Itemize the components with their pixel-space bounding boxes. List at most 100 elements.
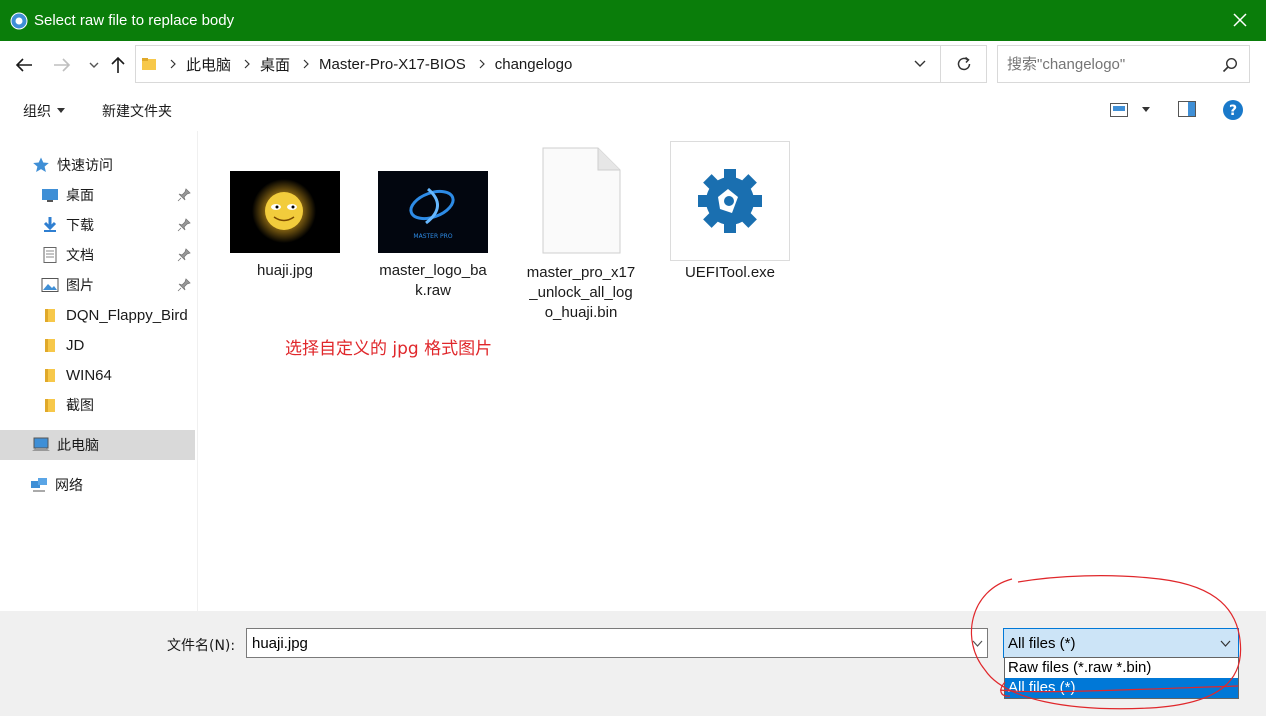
forward-arrow-icon[interactable] <box>50 53 74 77</box>
sidebar-item-documents[interactable]: 文档 <box>0 240 195 270</box>
sidebar-item-label: 桌面 <box>66 188 94 204</box>
new-folder-label: 新建文件夹 <box>102 104 172 120</box>
sidebar-item-desktop[interactable]: 桌面 <box>0 180 195 210</box>
view-icon <box>1110 103 1128 117</box>
window-title: Select raw file to replace body <box>34 12 235 29</box>
file-item-uefitool-exe[interactable]: UEFITool.exe <box>665 141 795 283</box>
file-name: master_logo_ba <box>379 262 487 279</box>
file-name: k.raw <box>415 282 451 299</box>
sidebar-item-downloads[interactable]: 下载 <box>0 210 195 240</box>
breadcrumb-changelogo[interactable]: changelogo <box>495 56 573 73</box>
close-icon[interactable] <box>1228 8 1252 32</box>
file-item-master-logo-bak-raw[interactable]: MASTER PRO master_logo_ba k.raw <box>368 171 498 301</box>
sidebar-item-label: 文档 <box>66 248 94 264</box>
sidebar-item-label: 图片 <box>66 278 94 294</box>
sidebar-item-dqn-flappy-bird[interactable]: DQN_Flappy_Bird <box>0 300 195 330</box>
sidebar-item-label: DQN_Flappy_Bird <box>66 306 188 324</box>
file-type-dropdown: Raw files (*.raw *.bin) All files (*) <box>1004 657 1239 699</box>
sidebar-item-quick-access[interactable]: 快速访问 <box>0 150 195 180</box>
file-name: _unlock_all_log <box>529 284 633 301</box>
image-thumbnail <box>230 171 340 253</box>
file-list: huaji.jpg MASTER PRO master_logo_ba k.ra… <box>198 131 1266 611</box>
folder-icon <box>45 399 55 412</box>
image-thumbnail: MASTER PRO <box>378 171 488 253</box>
blank-file-icon <box>542 147 621 254</box>
breadcrumb-this-pc[interactable]: 此电脑 <box>186 54 231 75</box>
sidebar-item-jd[interactable]: JD <box>0 330 195 360</box>
filename-input[interactable] <box>247 629 957 657</box>
title-bar: Select raw file to replace body <box>0 0 1266 41</box>
sidebar-item-label: 网络 <box>55 478 83 494</box>
sidebar-item-label: 此电脑 <box>57 438 99 454</box>
sidebar-item-label: 截图 <box>66 398 94 414</box>
filename-combobox[interactable] <box>246 628 988 658</box>
address-row: 此电脑 桌面 Master-Pro-X17-BIOS changelogo <box>0 41 1266 89</box>
chevron-down-icon <box>1142 107 1150 112</box>
network-icon <box>31 478 47 492</box>
file-item-master-pro-bin[interactable]: master_pro_x17 _unlock_all_log o_huaji.b… <box>516 147 646 323</box>
chevron-right-icon[interactable] <box>169 59 177 69</box>
sidebar-item-pictures[interactable]: 图片 <box>0 270 195 300</box>
file-type-select[interactable]: All files (*) <box>1003 628 1239 658</box>
app-icon <box>10 12 28 29</box>
star-icon <box>33 157 49 172</box>
file-type-selected: All files (*) <box>1008 634 1076 652</box>
desktop-icon <box>42 189 58 202</box>
search-box[interactable] <box>997 45 1250 83</box>
refresh-icon <box>957 56 970 71</box>
breadcrumb-bios-folder[interactable]: Master-Pro-X17-BIOS <box>319 56 466 73</box>
breadcrumb-desktop[interactable]: 桌面 <box>260 54 290 75</box>
pin-icon[interactable] <box>177 248 191 262</box>
file-item-huaji-jpg[interactable]: huaji.jpg <box>220 171 350 281</box>
refresh-button[interactable] <box>941 45 987 83</box>
chevron-right-icon[interactable] <box>302 59 310 69</box>
file-type-option-raw[interactable]: Raw files (*.raw *.bin) <box>1005 658 1238 678</box>
sidebar-item-label: WIN64 <box>66 366 112 384</box>
folder-icon <box>45 339 55 352</box>
chevron-right-icon[interactable] <box>243 59 251 69</box>
sidebar-item-label: 下载 <box>66 218 94 234</box>
filename-label: 文件名(N): <box>167 638 236 654</box>
sidebar-item-network[interactable]: 网络 <box>0 470 195 500</box>
sidebar-item-this-pc[interactable]: 此电脑 <box>0 430 195 460</box>
gear-icon <box>670 141 790 261</box>
file-name: huaji.jpg <box>257 262 313 279</box>
up-arrow-icon[interactable] <box>106 53 130 77</box>
sidebar-item-win64[interactable]: WIN64 <box>0 360 195 390</box>
file-name: o_huaji.bin <box>544 304 618 321</box>
back-arrow-icon[interactable] <box>12 53 36 77</box>
svg-text:?: ? <box>1229 103 1237 119</box>
search-input[interactable] <box>1007 55 1207 73</box>
organize-button[interactable]: 组织 <box>23 101 65 121</box>
pin-icon[interactable] <box>177 278 191 292</box>
pictures-icon <box>41 278 59 292</box>
help-icon[interactable]: ? <box>1222 99 1244 121</box>
view-options-button[interactable] <box>1110 99 1150 121</box>
navigation-pane: 快速访问 桌面 下载 文档 图片 DQN_Flappy_Bird JD WIN6… <box>0 131 198 611</box>
sidebar-item-screenshots[interactable]: 截图 <box>0 390 195 420</box>
folder-icon <box>45 309 55 322</box>
sidebar-item-label: JD <box>66 336 85 354</box>
address-bar[interactable]: 此电脑 桌面 Master-Pro-X17-BIOS changelogo <box>135 45 941 83</box>
file-name: master_pro_x17 <box>526 264 636 281</box>
folder-icon <box>142 58 156 70</box>
folder-icon <box>45 369 55 382</box>
chevron-down-icon[interactable] <box>1220 640 1231 648</box>
new-folder-button[interactable]: 新建文件夹 <box>102 101 172 121</box>
file-type-option-all[interactable]: All files (*) <box>1005 678 1238 698</box>
pin-icon[interactable] <box>177 188 191 202</box>
chevron-down-icon <box>57 108 65 113</box>
pin-icon[interactable] <box>177 218 191 232</box>
download-icon <box>43 217 57 232</box>
organize-label: 组织 <box>23 104 51 120</box>
thumbnail-text: MASTER PRO <box>413 233 452 240</box>
chevron-right-icon[interactable] <box>478 59 486 69</box>
sidebar-item-label: 快速访问 <box>57 158 113 174</box>
recent-chevron-icon[interactable] <box>82 53 106 77</box>
preview-pane-icon[interactable] <box>1178 101 1196 117</box>
file-name: UEFITool.exe <box>684 264 776 281</box>
search-icon[interactable] <box>1221 56 1239 74</box>
chevron-down-icon[interactable] <box>914 60 926 68</box>
chevron-down-icon[interactable] <box>972 640 983 648</box>
command-bar: 组织 新建文件夹 ? <box>0 89 1266 131</box>
